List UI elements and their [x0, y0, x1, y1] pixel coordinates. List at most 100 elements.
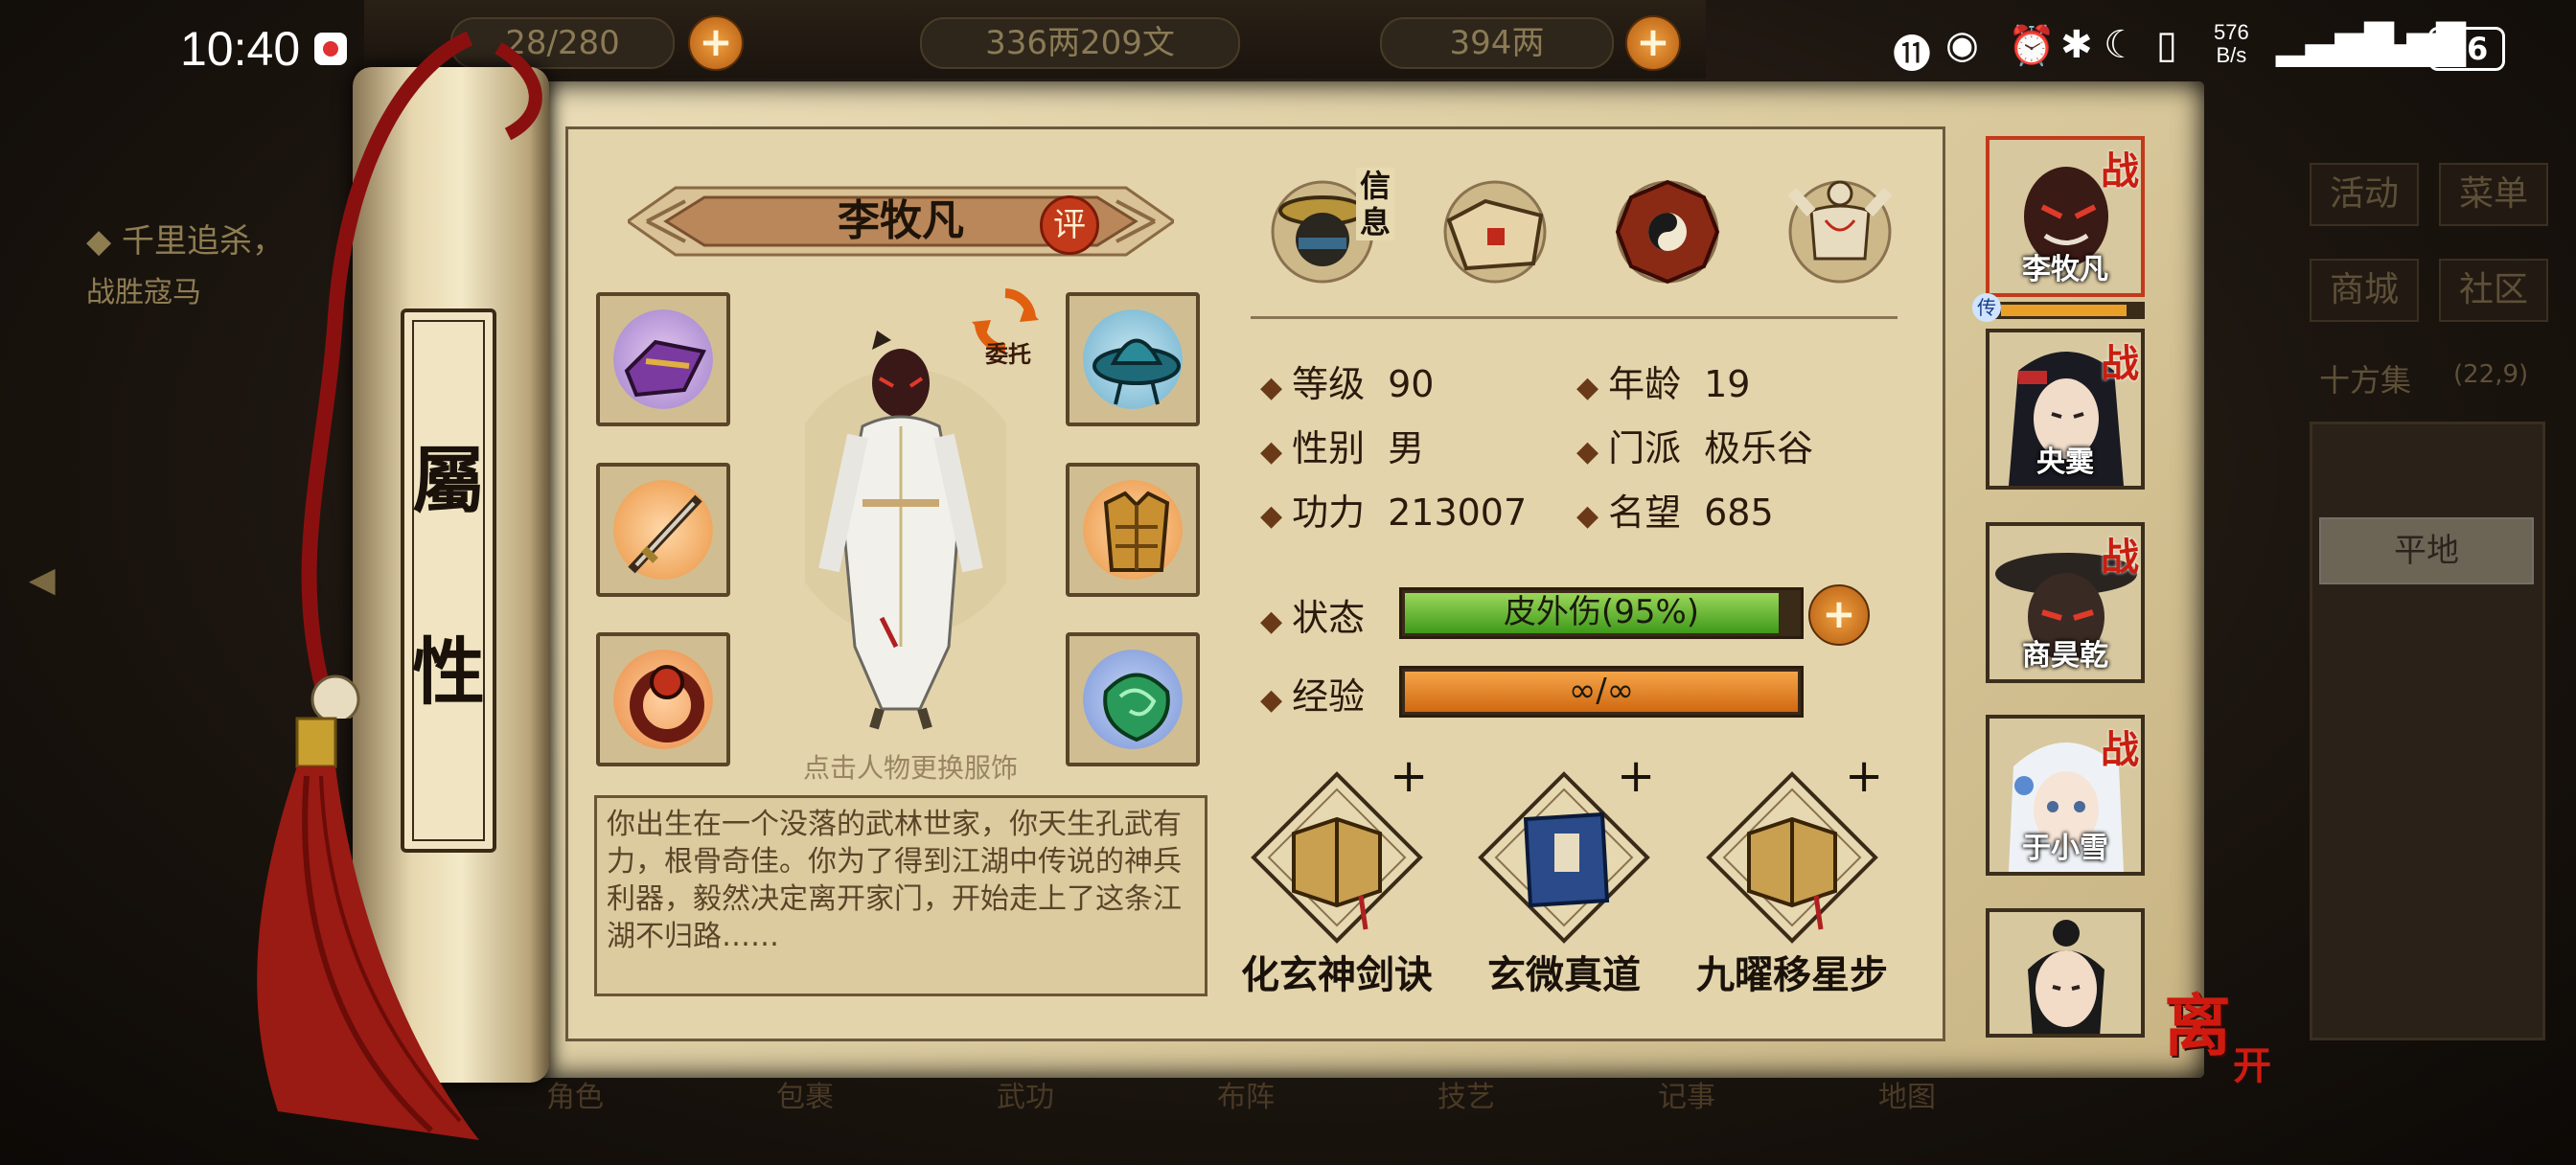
character-bio: 你出生在一个没落的武林世家，你天生孔武有力，根骨奇佳。你为了得到江湖中传说的神兵…: [594, 795, 1208, 996]
leave-button[interactable]: 离: [2164, 972, 2231, 1069]
roster-1-hp-fill: [2001, 305, 2128, 316]
stat-gender: ◆ 性别男: [1260, 427, 1425, 469]
roster-2-name: 央霙: [2036, 445, 2094, 479]
character-name: 李牧凡: [838, 196, 964, 245]
skill-1-name: 化玄神剑诀: [1241, 953, 1433, 997]
scroll-title-frame: [401, 308, 496, 853]
roster-1-name: 李牧凡: [2022, 253, 2108, 286]
tab-inventory[interactable]: [1428, 163, 1562, 297]
exp-bar: ∞/∞: [1399, 666, 1804, 718]
stat-power-value: 213007: [1388, 491, 1528, 534]
status-clock: 10:40: [180, 22, 301, 76]
equip-slot-armor[interactable]: [1066, 463, 1200, 597]
equip-slot-hat[interactable]: [1066, 292, 1200, 426]
alarm-icon: ⏰: [2008, 24, 2056, 68]
stat-status-label: ◆ 状态: [1260, 597, 1366, 639]
skill-3-add-button[interactable]: +: [1845, 749, 1883, 803]
stat-level: ◆ 等级 90: [1260, 363, 1435, 405]
add-stamina-button[interactable]: +: [688, 15, 744, 71]
roster-1-battle-badge: 战: [2101, 149, 2139, 194]
rate-badge[interactable]: 评: [1040, 195, 1099, 255]
stat-fame-value: 685: [1704, 491, 1774, 534]
roster-card-2[interactable]: 战 央霙: [1986, 329, 2145, 490]
nav-map[interactable]: 地图: [1830, 1073, 1984, 1115]
network-speed-value: 576: [2214, 20, 2249, 44]
stat-sect: ◆ 门派 极乐谷: [1576, 427, 1814, 469]
roster-3-name: 商昊乾: [2022, 639, 2108, 673]
status-bar: 皮外伤(95%): [1399, 587, 1804, 639]
screen-record-icon: [314, 33, 347, 65]
nav-skills[interactable]: 技艺: [1390, 1073, 1543, 1115]
bluetooth-icon: ✱: [2060, 23, 2093, 67]
skill-2-add-button[interactable]: +: [1617, 749, 1655, 803]
exp-bar-text: ∞/∞: [1568, 672, 1635, 710]
outfit-hint: 点击人物更换服饰: [802, 752, 1018, 784]
roster-5-portrait: [1990, 912, 2141, 1034]
collapse-left-icon[interactable]: ◀: [29, 560, 56, 600]
roster-1-hp-icon: 传: [1972, 293, 2001, 322]
tab-meridian[interactable]: [1773, 163, 1907, 297]
tab-info-label: 信息: [1356, 168, 1394, 240]
stat-level-value: 90: [1388, 363, 1435, 405]
tab-bagua[interactable]: [1600, 163, 1735, 297]
roster-2-battle-badge: 战: [2101, 342, 2139, 386]
nav-martial-arts[interactable]: 武功: [949, 1073, 1102, 1115]
nav-journal[interactable]: 记事: [1610, 1073, 1763, 1115]
stat-age: ◆ 年龄 19: [1576, 363, 1751, 405]
heal-button[interactable]: +: [1808, 584, 1870, 646]
location-name: 十方集: [2319, 362, 2412, 399]
bracers-icon: [624, 339, 706, 398]
equip-slot-weapon[interactable]: [596, 463, 730, 597]
network-speed: 576 B/s: [2214, 21, 2249, 67]
terrain-label: 平地: [2319, 517, 2534, 584]
stat-gender-value: 男: [1388, 427, 1425, 469]
tassel-cord-icon: [301, 31, 542, 719]
nav-bag[interactable]: 包裹: [728, 1073, 882, 1115]
ring-icon: [630, 665, 704, 742]
equip-slot-bracers[interactable]: [596, 292, 730, 426]
menu-main-button[interactable]: 菜单: [2439, 163, 2548, 226]
network-speed-unit: B/s: [2216, 43, 2247, 67]
leave-button-suffix[interactable]: 开: [2233, 1035, 2271, 1090]
do-not-disturb-icon: ☾: [2104, 23, 2138, 67]
menu-activity-button[interactable]: 活动: [2310, 163, 2419, 226]
minimap-panel: [2310, 422, 2545, 1040]
armor-icon: [1103, 491, 1170, 572]
sword-icon: [628, 494, 702, 574]
stat-power: ◆ 功力 213007: [1260, 491, 1528, 534]
scroll-title-bottom: 性: [412, 629, 485, 715]
menu-community-button[interactable]: 社区: [2439, 259, 2548, 322]
add-gold-button[interactable]: +: [1625, 15, 1681, 71]
roster-4-name: 于小雪: [2022, 832, 2108, 865]
stat-age-value: 19: [1704, 363, 1751, 405]
stat-exp-label: ◆ 经验: [1260, 675, 1366, 718]
jade-pendant-icon: [1103, 673, 1170, 742]
roster-card-4[interactable]: 战 于小雪: [1986, 715, 2145, 876]
roster-card-5[interactable]: [1986, 908, 2145, 1038]
delegate-label: 委托: [985, 341, 1031, 368]
stat-sect-value: 极乐谷: [1704, 427, 1814, 469]
skill-1-add-button[interactable]: +: [1390, 749, 1428, 803]
hd-call-icon: ⓫: [1893, 33, 1931, 77]
status-bar-text: 皮外伤(95%): [1503, 593, 1700, 631]
copper-counter: 336两209文: [920, 17, 1240, 69]
tabs-divider: [1251, 316, 1898, 319]
gold-counter: 394两: [1380, 17, 1614, 69]
skill-3-name: 九曜移星步: [1696, 953, 1888, 997]
equip-slot-accessory[interactable]: [1066, 632, 1200, 766]
battery-indicator: 36: [2428, 27, 2505, 71]
hat-icon: [1092, 338, 1181, 405]
roster-3-battle-badge: 战: [2101, 536, 2139, 580]
character-portrait[interactable]: [805, 331, 1006, 733]
equip-slot-ring[interactable]: [596, 632, 730, 766]
eye-comfort-icon: ◉: [1945, 23, 1979, 67]
roster-card-1[interactable]: 战 李牧凡: [1986, 136, 2145, 297]
menu-shop-button[interactable]: 商城: [2310, 259, 2419, 322]
roster-1-hp-bar: [1986, 302, 2145, 319]
roster-4-battle-badge: 战: [2101, 728, 2139, 772]
stat-fame: ◆ 名望 685: [1576, 491, 1774, 534]
nav-formation[interactable]: 布阵: [1169, 1073, 1322, 1115]
skill-2-name: 玄微真道: [1487, 953, 1641, 997]
location-coords: (22,9): [2453, 360, 2529, 389]
roster-card-3[interactable]: 战 商昊乾: [1986, 522, 2145, 683]
